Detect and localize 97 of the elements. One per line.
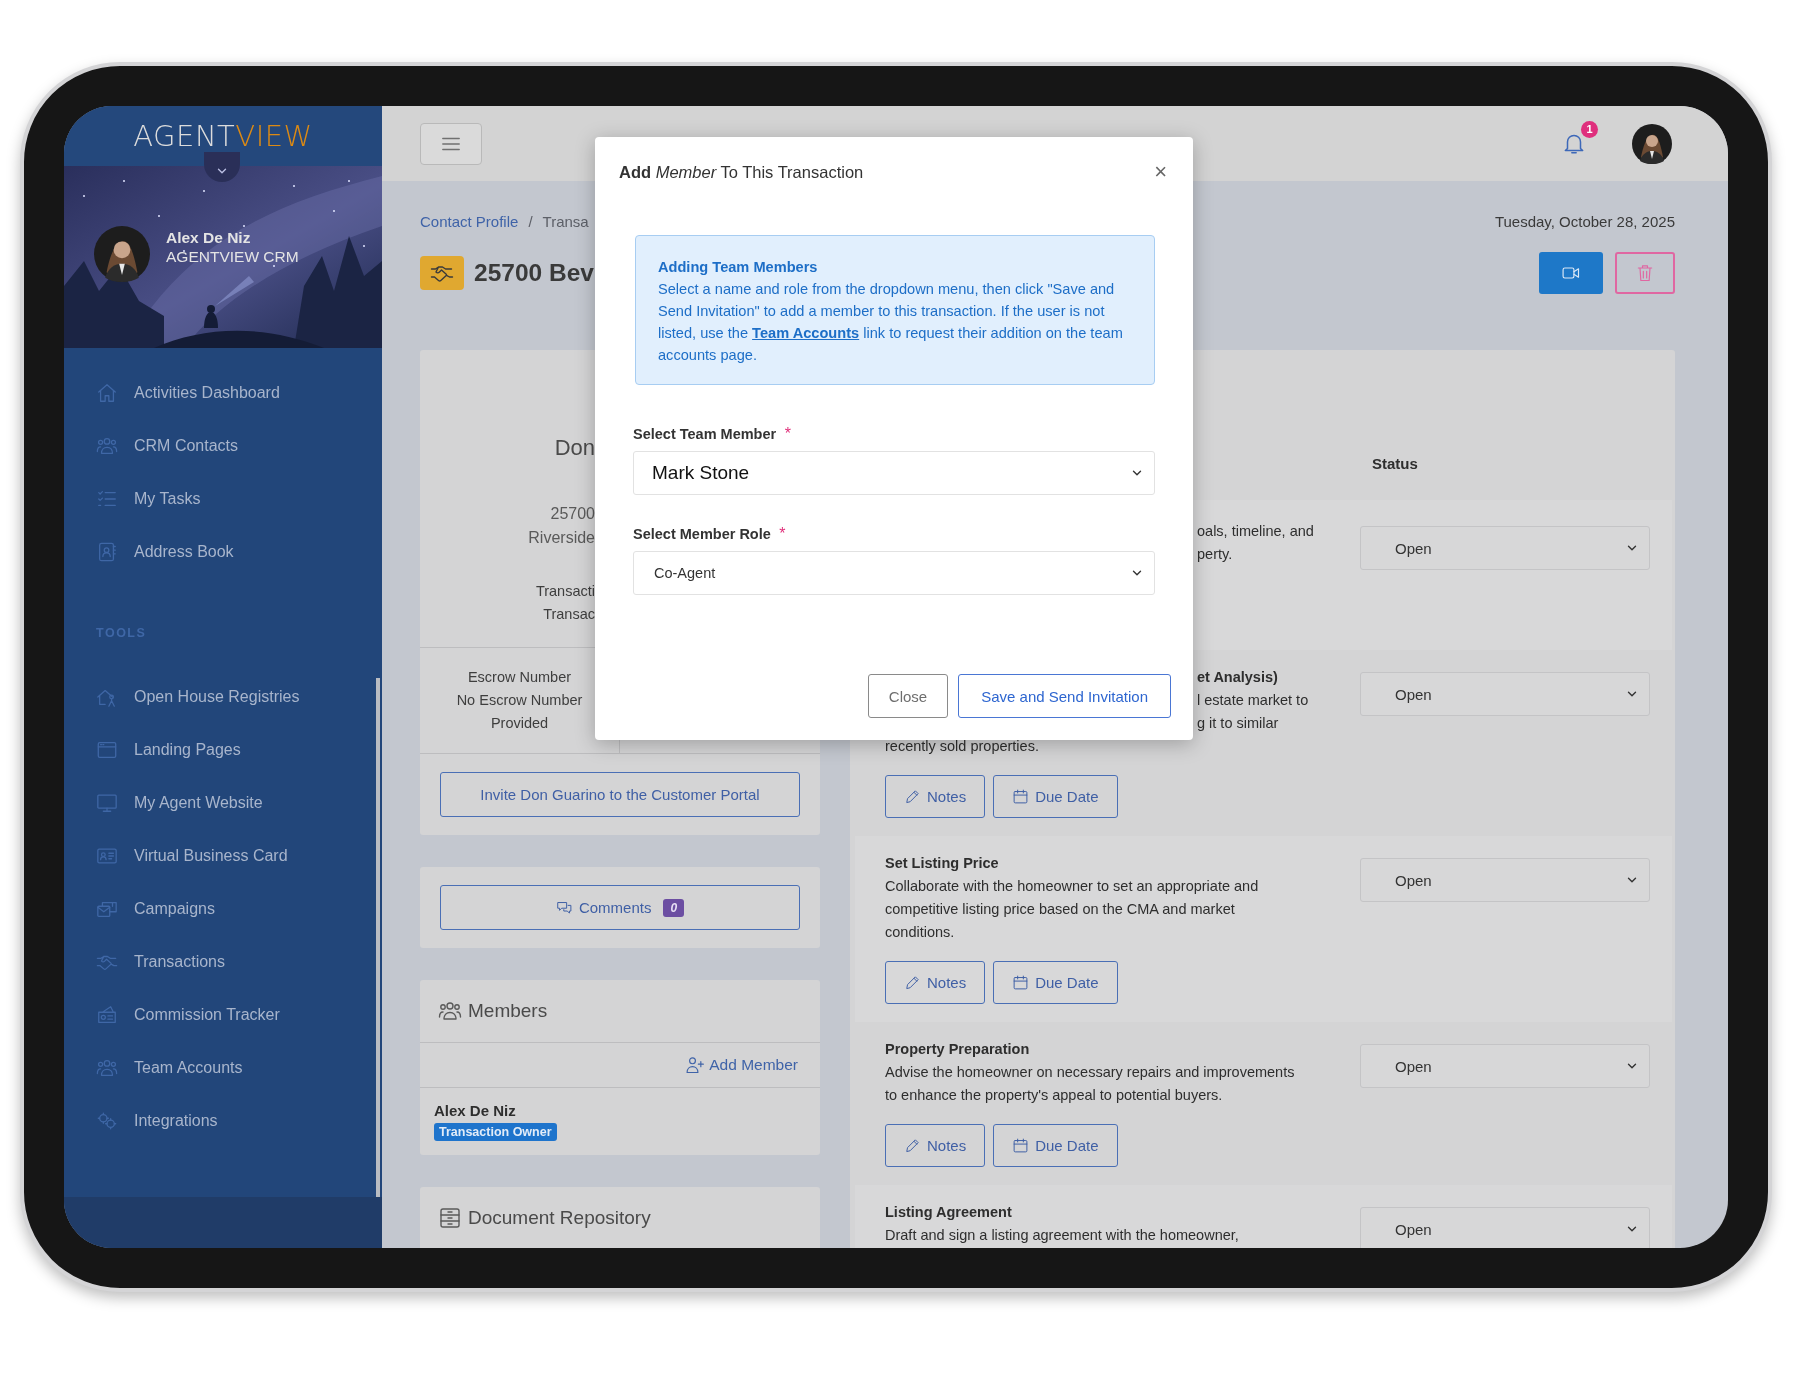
video-button[interactable] — [1539, 252, 1603, 294]
contact-name: Don — [553, 434, 595, 462]
user-name: Alex De Niz — [166, 228, 252, 247]
status-select[interactable]: Open — [1360, 1044, 1650, 1088]
notification-badge: 1 — [1581, 120, 1598, 138]
user-subtitle: AGENTVIEW CRM — [166, 247, 299, 266]
breadcrumb-current: Transa — [542, 212, 589, 230]
nav-item[interactable]: Transactions — [64, 935, 382, 988]
field-label: Select Member Role — [633, 526, 771, 542]
nav-item[interactable]: Commission Tracker — [64, 988, 382, 1041]
role-badge: Transaction Owner — [434, 1123, 557, 1141]
task-description: Draft and sign a listing agreement with the homeowner, — [885, 1226, 1239, 1245]
nav-item[interactable]: Campaigns — [64, 882, 382, 935]
pencil-icon — [904, 1137, 921, 1154]
close-dialog-button[interactable]: Close — [867, 674, 949, 718]
notes-button[interactable]: Notes — [885, 961, 986, 1004]
dialog-title: Add Member To This Transaction — [619, 162, 864, 182]
comments-button[interactable]: Comments 0 — [440, 885, 800, 930]
page-title: 25700 Bev — [474, 259, 594, 287]
status-select[interactable]: Open — [1360, 672, 1650, 716]
column-heading: Status — [1372, 455, 1419, 474]
delete-button[interactable] — [1615, 252, 1675, 294]
pencil-icon — [904, 788, 921, 805]
task-description: conditions. — [885, 923, 955, 942]
user-avatar — [94, 226, 150, 282]
nav-item[interactable]: Landing Pages — [64, 723, 382, 776]
add-member-link[interactable]: Add Member — [685, 1055, 798, 1075]
due-date-button[interactable]: Due Date — [993, 961, 1118, 1004]
task-description: Advise the homeowner on necessary repairs and improvements — [885, 1063, 1295, 1082]
address-line: 25700 — [549, 504, 595, 524]
nav-item[interactable]: CRM Contacts — [64, 419, 382, 472]
nav-item[interactable]: Team Accounts — [64, 1041, 382, 1094]
select-field[interactable]: Mark Stone — [633, 451, 1155, 495]
nav-item[interactable]: My Tasks — [64, 472, 382, 525]
team-accounts-link[interactable]: Team Accounts — [752, 325, 860, 341]
nav-item[interactable]: Integrations — [64, 1094, 382, 1147]
save-invite-button[interactable]: Save and Send Invitation — [958, 674, 1171, 718]
field-label: Select Team Member — [633, 426, 777, 442]
collapse-toggle[interactable] — [204, 152, 240, 182]
task-description: Collaborate with the homeowner to set an appropriate and — [885, 877, 1259, 896]
close-button[interactable]: × — [1150, 161, 1171, 183]
status-select[interactable]: Open — [1360, 526, 1650, 570]
nav-item[interactable]: My Agent Website — [64, 776, 382, 829]
task-description: recently sold properties. — [885, 737, 1039, 756]
escrow-text: Provided — [489, 714, 550, 733]
transaction-line: Transac — [542, 605, 595, 624]
chat-icon — [555, 899, 573, 916]
scrollbar[interactable] — [376, 678, 380, 1197]
nav-item[interactable]: Virtual Business Card — [64, 829, 382, 882]
transaction-line: Transacti — [534, 582, 595, 601]
calendar-icon — [1012, 788, 1030, 805]
task-description: oals, timeline, and — [1197, 522, 1314, 541]
breadcrumb-link[interactable]: Contact Profile — [420, 212, 519, 230]
trash-icon — [1635, 263, 1655, 283]
people-icon — [438, 999, 462, 1023]
required-mark: * — [779, 525, 786, 542]
task-title: Listing Agreement — [885, 1203, 1012, 1222]
task-title: Property Preparation — [885, 1040, 1030, 1059]
due-date-button[interactable]: Due Date — [993, 1124, 1118, 1167]
task-description: g it to similar — [1197, 714, 1279, 733]
current-date: Tuesday, October 28, 2025 — [1494, 212, 1675, 230]
escrow-text: Escrow Number — [466, 668, 573, 687]
add-user-icon — [685, 1055, 706, 1075]
card-title: Members — [468, 1000, 548, 1022]
nav-item[interactable]: Open House Registries — [64, 670, 382, 723]
contact-book-icon — [96, 540, 118, 563]
task-description: to enhance the property's appeal to potential buyers. — [885, 1086, 1223, 1105]
task-description: competitive listing price based on the CMA and market — [885, 900, 1235, 919]
escrow-text: No Escrow Number — [455, 691, 584, 710]
notes-button[interactable]: Notes — [885, 775, 986, 818]
pencil-icon — [904, 974, 921, 991]
menu-button[interactable] — [420, 122, 482, 165]
app-logo: AGENTVIEW — [133, 119, 313, 153]
task-description: l estate market to — [1197, 691, 1309, 710]
count-badge: 0 — [663, 898, 685, 917]
member-name: Alex De Niz — [434, 1102, 516, 1119]
notes-button[interactable]: Notes — [885, 1124, 986, 1167]
card-title: Document Repository — [468, 1207, 651, 1229]
invite-button[interactable]: Invite Don Guarino to the Customer Portal — [440, 772, 800, 817]
status-select[interactable]: Open — [1360, 858, 1650, 902]
task-title: Set Listing Price — [885, 854, 999, 873]
nav-item[interactable]: Activities Dashboard — [64, 366, 382, 419]
task-description: perty. — [1197, 545, 1233, 564]
user-avatar — [1632, 123, 1672, 164]
status-select[interactable]: Open — [1360, 1207, 1650, 1248]
address-line: Riverside — [527, 528, 595, 548]
info-title: Adding Team Members — [658, 258, 819, 277]
required-mark: * — [784, 425, 791, 442]
calendar-icon — [1012, 1137, 1030, 1154]
home-icon — [96, 381, 118, 404]
calendar-icon — [1012, 974, 1030, 991]
nav-item[interactable]: Address Book — [64, 525, 382, 578]
task-title: et Analysis) — [1197, 668, 1278, 687]
select-field[interactable]: Co-Agent — [633, 551, 1155, 595]
info-text: Select a name and role from the dropdown menu, then click "Save and Send Invitation" to add a member to this transaction. If the user is not listed, use the Team Accounts link to request their addition on the team accounts page. — [658, 280, 1124, 365]
breadcrumb-separator: / — [528, 212, 533, 230]
due-date-button[interactable]: Due Date — [993, 775, 1118, 818]
